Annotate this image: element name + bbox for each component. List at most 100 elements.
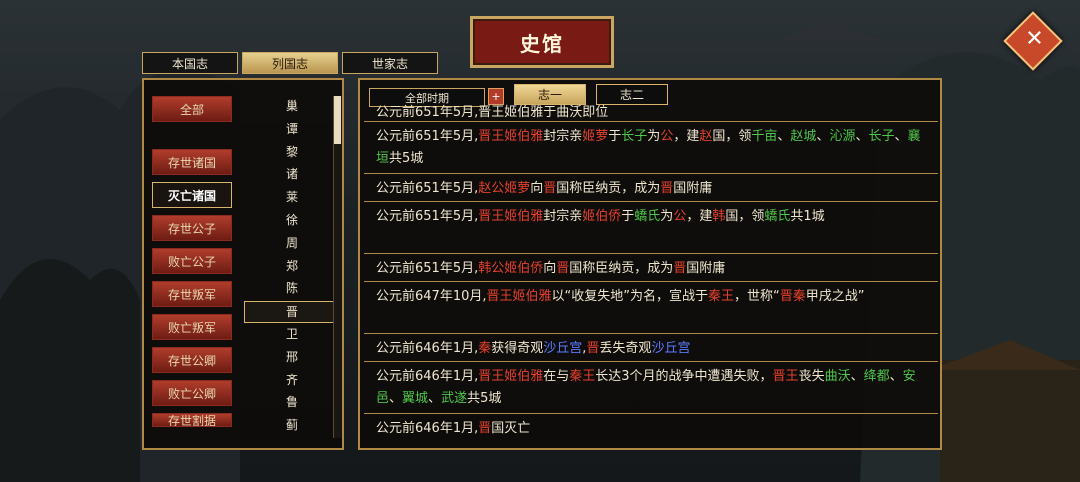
record-text: 公元前651年5月, <box>376 261 479 276</box>
record-text: 晋 <box>673 261 687 276</box>
record-text: 晋王姬伯雅 <box>478 129 544 144</box>
record-entry: 公元前651年5月,晋王姬伯雅封宗亲姬伯侨于蟜氏为公，建韩国，领蟜氏共1城 <box>364 204 938 254</box>
record-text: 晋秦 <box>779 289 806 304</box>
record-text: 封宗亲 <box>543 129 583 144</box>
record-text: 、 <box>428 391 442 406</box>
record-partial: 公元前651年5月,晋王姬伯雅于曲沃即位 <box>364 104 938 122</box>
tab-2[interactable]: 列国志 <box>242 52 338 74</box>
record-text: 千亩 <box>751 129 778 144</box>
record-text: 丧失 <box>798 369 825 384</box>
record-text: 秦王 <box>708 289 735 304</box>
record-text: 晋王姬伯雅 <box>478 369 544 384</box>
record-text: ，世称“ <box>734 289 780 304</box>
page-title: 史馆 <box>470 16 614 68</box>
filter-button-10[interactable]: 存世割据 <box>152 413 232 427</box>
tab-1[interactable]: 本国志 <box>142 52 238 74</box>
record-text: 姬伯侨 <box>582 209 622 224</box>
record-text: 公元前646年1月, <box>376 421 479 436</box>
record-text: 蟜氏 <box>634 209 661 224</box>
record-text: 甲戌之战” <box>805 289 865 304</box>
record-entry: 公元前647年10月,晋王姬伯雅以“收复失地”为名，宣战于秦王，世称“晋秦甲戌之… <box>364 284 938 334</box>
state-item[interactable]: 鲁 <box>246 392 338 412</box>
record-text: 共5城 <box>467 391 502 406</box>
state-item[interactable]: 蓟 <box>246 415 338 435</box>
record-text: 、 <box>816 129 830 144</box>
state-item[interactable]: 黎 <box>246 142 338 162</box>
record-text: 公元前646年1月, <box>376 341 479 356</box>
record-text: 为 <box>660 209 674 224</box>
record-entry: 公元前646年1月,晋国灭亡 <box>364 416 938 442</box>
tab-3[interactable]: 世家志 <box>342 52 438 74</box>
record-text: 沙丘宫 <box>651 341 691 356</box>
record-text: 在与 <box>543 369 570 384</box>
filter-button-1[interactable]: 全部 <box>152 96 232 122</box>
record-text: 晋 <box>543 181 557 196</box>
volume-tab-2[interactable]: 志二 <box>596 84 668 105</box>
record-text: 公元前646年1月, <box>376 369 479 384</box>
filter-button-4[interactable]: 存世公子 <box>152 215 232 241</box>
record-text: 公元前651年5月, <box>376 129 479 144</box>
record-entry: 公元前651年5月,赵公姬萝向晋国称臣纳贡，成为晋国附庸 <box>364 176 938 202</box>
record-text: 、 <box>777 129 791 144</box>
state-item[interactable]: 陈 <box>246 278 338 298</box>
state-list-scrollbar[interactable] <box>333 96 342 438</box>
record-text: 长子 <box>621 129 648 144</box>
record-text: 韩 <box>712 209 726 224</box>
record-text: 、 <box>894 129 908 144</box>
record-text: 于 <box>621 209 635 224</box>
state-item[interactable]: 齐 <box>246 370 338 390</box>
filter-button-8[interactable]: 存世公卿 <box>152 347 232 373</box>
record-text: 赵公姬萝 <box>478 181 531 196</box>
record-text: 国称臣纳贡，成为 <box>556 181 661 196</box>
filter-button-9[interactable]: 败亡公卿 <box>152 380 232 406</box>
record-text: 、 <box>850 369 864 384</box>
record-text: 晋王姬伯雅 <box>478 209 544 224</box>
record-text: 公元前647年10月, <box>376 289 487 304</box>
state-item[interactable]: 谭 <box>246 119 338 139</box>
record-text: 长达3个月的战争中遭遇失败， <box>595 369 773 384</box>
record-text: ，建 <box>673 129 700 144</box>
state-item[interactable]: 莱 <box>246 187 338 207</box>
record-text: 沙丘宫 <box>543 341 583 356</box>
record-text: 秦王 <box>569 369 596 384</box>
record-text: 于 <box>608 129 622 144</box>
record-entry: 公元前651年5月,晋王姬伯雅封宗亲姬萝于长子为公，建赵国，领千亩、赵城、沁源、… <box>364 124 938 174</box>
record-text: 、 <box>889 369 903 384</box>
state-item[interactable]: 诸 <box>246 164 338 184</box>
filter-button-6[interactable]: 存世叛军 <box>152 281 232 307</box>
record-text: 向 <box>530 181 544 196</box>
record-text: 赵 <box>699 129 713 144</box>
record-entry: 公元前646年1月,秦获得奇观沙丘宫,晋丢失奇观沙丘宫 <box>364 336 938 362</box>
filter-button-7[interactable]: 败亡叛军 <box>152 314 232 340</box>
state-list-scroll-thumb[interactable] <box>334 96 341 144</box>
record-text: 武遂 <box>441 391 468 406</box>
record-text: 晋王 <box>772 369 799 384</box>
record-text: 晋 <box>660 181 674 196</box>
record-text: 公 <box>673 209 687 224</box>
volume-tab-1[interactable]: 志一 <box>514 84 586 105</box>
filter-button-5[interactable]: 败亡公子 <box>152 248 232 274</box>
record-text: 公元前651年5月, <box>376 209 479 224</box>
record-text: 国附庸 <box>673 181 713 196</box>
record-text: 、 <box>389 391 403 406</box>
state-item[interactable]: 郑 <box>246 256 338 276</box>
state-item[interactable]: 邢 <box>246 347 338 367</box>
state-item[interactable]: 周 <box>246 233 338 253</box>
filter-button-3[interactable]: 灭亡诸国 <box>152 182 232 208</box>
record-text: 国称臣纳贡，成为 <box>569 261 674 276</box>
filter-button-2[interactable]: 存世诸国 <box>152 149 232 175</box>
record-text: 姬萝 <box>582 129 609 144</box>
state-item[interactable]: 徐 <box>246 210 338 230</box>
record-text: 共1城 <box>790 209 825 224</box>
plus-button[interactable]: + <box>488 88 504 105</box>
state-item[interactable]: 晋 <box>244 301 340 324</box>
record-text: 公 <box>660 129 674 144</box>
record-text: 共5城 <box>389 151 424 166</box>
record-text: 为 <box>647 129 661 144</box>
state-item[interactable]: 卫 <box>246 324 338 344</box>
record-text: 公元前651年5月, <box>376 181 479 196</box>
state-item[interactable]: 巢 <box>246 96 338 116</box>
record-text: 蟜氏 <box>764 209 791 224</box>
record-text: 封宗亲 <box>543 209 583 224</box>
record-text: 沁源 <box>829 129 856 144</box>
